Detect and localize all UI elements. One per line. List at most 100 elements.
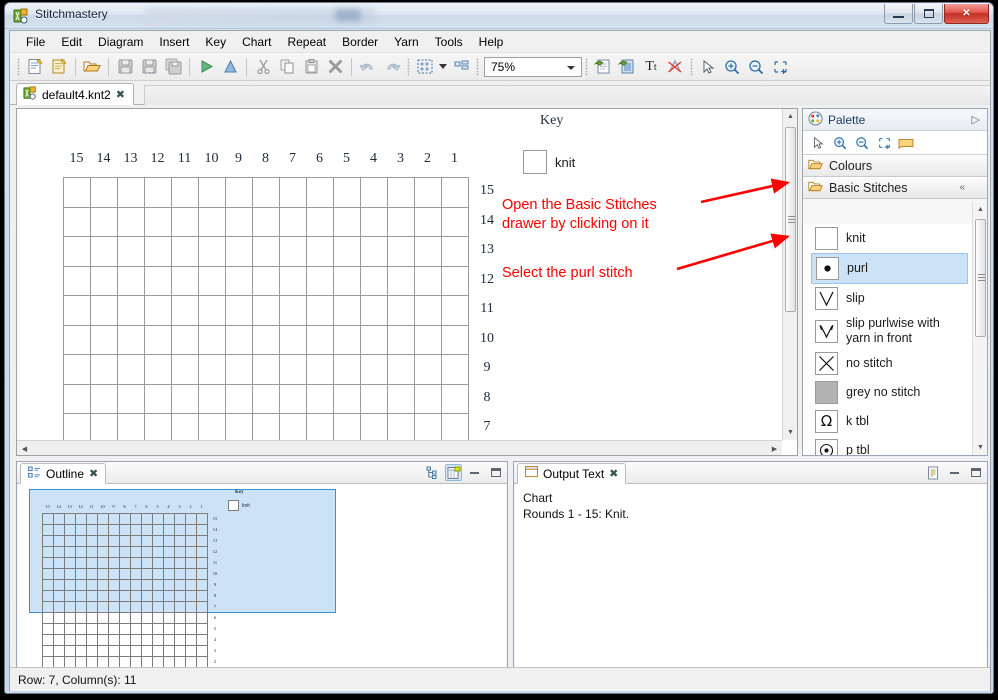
save-icon[interactable]	[113, 55, 137, 79]
export-chart-icon[interactable]	[615, 55, 639, 79]
mirror-icon[interactable]	[218, 55, 242, 79]
zoom-in-icon[interactable]	[830, 133, 850, 153]
chart-cell[interactable]	[280, 237, 307, 267]
chart-cell[interactable]	[226, 178, 253, 208]
copy-icon[interactable]	[275, 55, 299, 79]
collapse-drawer-icon[interactable]: «	[959, 182, 965, 193]
chart-cell[interactable]	[172, 266, 199, 296]
chart-cell[interactable]	[361, 207, 388, 237]
chart-cell[interactable]	[388, 355, 415, 385]
chevron-right-icon[interactable]: ▷	[972, 113, 980, 126]
select-stitches-icon[interactable]	[413, 55, 437, 79]
chart-cell[interactable]	[361, 296, 388, 326]
delete-icon[interactable]	[323, 55, 347, 79]
run-icon[interactable]	[194, 55, 218, 79]
chart-cell[interactable]	[226, 296, 253, 326]
marquee-icon[interactable]	[874, 133, 894, 153]
chart-cell[interactable]	[145, 355, 172, 385]
chart-cell[interactable]	[91, 296, 118, 326]
chart-cell[interactable]	[226, 325, 253, 355]
chart-cell[interactable]	[307, 237, 334, 267]
toolbar-grip[interactable]	[17, 57, 20, 76]
chart-cell[interactable]	[199, 325, 226, 355]
toolbar-grip-3[interactable]	[476, 57, 479, 76]
chart-cell[interactable]	[172, 355, 199, 385]
chart-cell[interactable]	[361, 237, 388, 267]
chart-cell[interactable]	[64, 355, 91, 385]
chart-cell[interactable]	[361, 355, 388, 385]
new-chart-icon[interactable]	[23, 55, 47, 79]
chart-cell[interactable]	[415, 237, 442, 267]
chart-cell[interactable]	[307, 296, 334, 326]
chart-cell[interactable]	[280, 355, 307, 385]
chart-cell[interactable]	[442, 296, 469, 326]
chart-cell[interactable]	[172, 178, 199, 208]
chart-cell[interactable]	[118, 325, 145, 355]
toolbar-grip-4[interactable]	[585, 57, 588, 76]
chart-cell[interactable]	[361, 384, 388, 414]
pointer-icon[interactable]	[696, 55, 720, 79]
toolbar-grip-2[interactable]	[407, 57, 410, 76]
chart-cell[interactable]	[253, 178, 280, 208]
close-icon[interactable]: ✖	[609, 467, 618, 480]
palette-stitch-purl[interactable]: purl	[811, 253, 968, 284]
chart-cell[interactable]	[415, 296, 442, 326]
chart-grid[interactable]	[63, 177, 469, 444]
menu-key[interactable]: Key	[197, 32, 234, 52]
chart-cell[interactable]	[388, 325, 415, 355]
chart-cell[interactable]	[307, 207, 334, 237]
chart-cell[interactable]	[199, 178, 226, 208]
hierarchy-icon[interactable]	[424, 464, 441, 481]
scroll-up-arrow-icon[interactable]: ▲	[973, 202, 987, 217]
chart-cell[interactable]	[199, 237, 226, 267]
chart-cell[interactable]	[145, 178, 172, 208]
chart-cell[interactable]	[334, 296, 361, 326]
chart-cell[interactable]	[91, 325, 118, 355]
chart-cell[interactable]	[253, 237, 280, 267]
document-icon[interactable]	[925, 464, 942, 481]
menu-diagram[interactable]: Diagram	[90, 32, 151, 52]
chart-cell[interactable]	[199, 384, 226, 414]
undo-icon[interactable]	[356, 55, 380, 79]
minimize-icon[interactable]	[466, 464, 483, 481]
chart-cell[interactable]	[307, 178, 334, 208]
chart-cell[interactable]	[253, 266, 280, 296]
menu-file[interactable]: File	[18, 32, 53, 52]
open-icon[interactable]	[80, 55, 104, 79]
chart-cell[interactable]	[253, 207, 280, 237]
chart-cell[interactable]	[118, 355, 145, 385]
close-button[interactable]: ✕	[944, 4, 989, 24]
chart-cell[interactable]	[145, 325, 172, 355]
chart-cell[interactable]	[442, 237, 469, 267]
editor-horizontal-scrollbar[interactable]: ◀ ▶	[17, 440, 782, 455]
outline-tab[interactable]: Outline ✖	[20, 463, 107, 484]
chart-cell[interactable]	[253, 296, 280, 326]
palette-scroll-thumb[interactable]	[975, 219, 986, 337]
chart-cell[interactable]	[307, 355, 334, 385]
chart-cell[interactable]	[226, 237, 253, 267]
close-icon[interactable]: ✖	[89, 467, 98, 480]
outline-thumbnail[interactable]: Key knit 15 14 13 12 11 10 9 8 7 6 5 4 3 2 1 15 14 13 12 1…	[28, 488, 498, 688]
chart-cell[interactable]	[280, 207, 307, 237]
chart-cell[interactable]	[91, 355, 118, 385]
save-as-icon[interactable]	[137, 55, 161, 79]
chart-cell[interactable]	[334, 266, 361, 296]
palette-stitch-slip[interactable]: slip	[803, 284, 973, 313]
clear-formatting-icon[interactable]	[663, 55, 687, 79]
marquee-zoom-icon[interactable]	[768, 55, 792, 79]
chart-canvas[interactable]: Key knit 15 14 13 12 11 10 9 8 7 6 5 4 3 2 1 15 14 13 12 1…	[17, 109, 797, 455]
align-icon[interactable]	[449, 55, 473, 79]
palette-stitch-k-tbl[interactable]: Ωk tbl	[803, 407, 973, 436]
chart-cell[interactable]	[118, 237, 145, 267]
chart-cell[interactable]	[172, 296, 199, 326]
output-text-tab[interactable]: Output Text ✖	[517, 463, 627, 484]
chart-cell[interactable]	[118, 266, 145, 296]
chart-cell[interactable]	[442, 178, 469, 208]
chart-cell[interactable]	[145, 237, 172, 267]
chart-cell[interactable]	[226, 355, 253, 385]
chart-cell[interactable]	[307, 325, 334, 355]
chart-cell[interactable]	[226, 384, 253, 414]
chart-cell[interactable]	[442, 207, 469, 237]
chart-cell[interactable]	[253, 355, 280, 385]
chart-cell[interactable]	[118, 296, 145, 326]
